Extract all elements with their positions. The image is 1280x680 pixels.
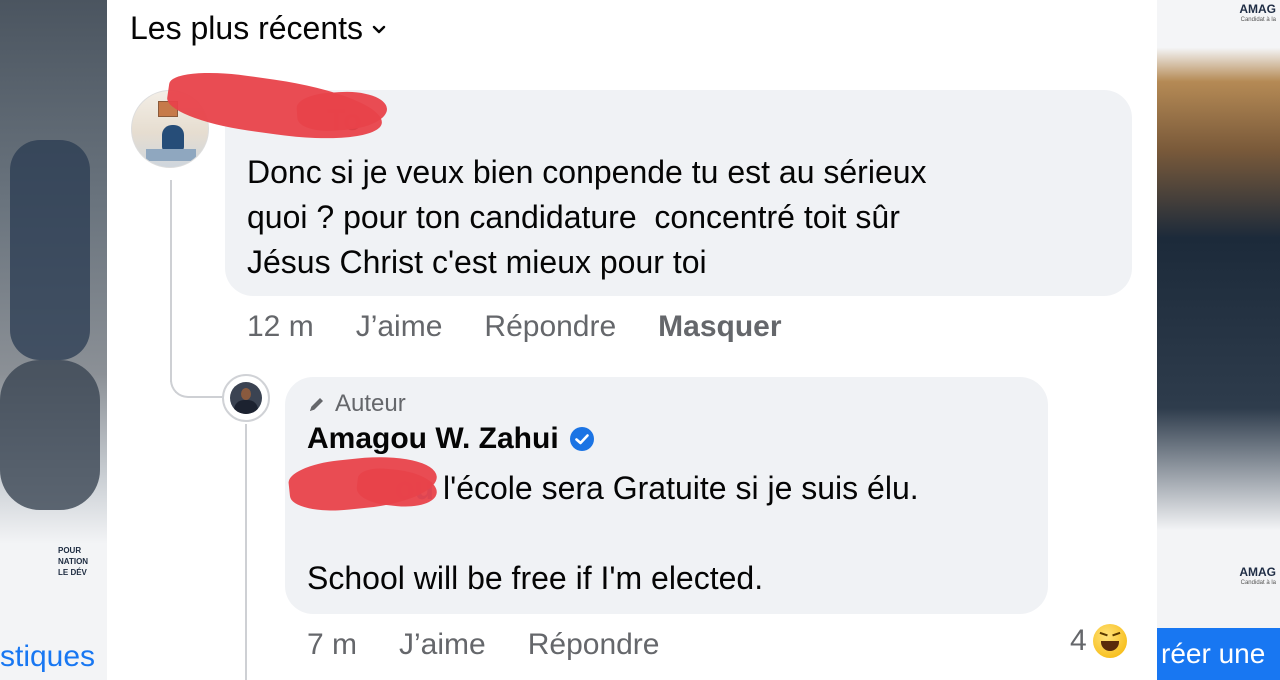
author-badge-label: Auteur xyxy=(335,390,406,417)
avatar[interactable] xyxy=(222,374,270,422)
haha-emoji-icon xyxy=(1092,624,1127,658)
like-button[interactable]: J’aime xyxy=(356,310,443,344)
bg-create-button: réer une xyxy=(1157,628,1280,680)
bg-brand: AMAG xyxy=(1239,565,1276,579)
pencil-icon xyxy=(310,398,323,411)
reaction-count: 4 xyxy=(1070,624,1087,657)
chevron-down-icon xyxy=(372,25,386,33)
comments-panel: Les plus récents To Donc si je veux bien… xyxy=(107,0,1157,680)
background-right: AMAG Candidat à la AMAG Candidat à la ré… xyxy=(1157,0,1280,680)
reply-button[interactable]: Répondre xyxy=(484,310,616,344)
bg-shape xyxy=(0,360,100,510)
sort-dropdown[interactable]: Les plus récents xyxy=(130,10,387,47)
thread-connector xyxy=(170,360,230,398)
hide-button[interactable]: Masquer xyxy=(658,310,781,344)
bg-watermark: POUR NATION LE DÉV xyxy=(58,546,89,577)
comment-timestamp[interactable]: 12 m xyxy=(247,310,314,344)
bg-shape xyxy=(10,140,90,360)
thread-line xyxy=(170,180,172,382)
reply-button[interactable]: Répondre xyxy=(528,628,660,662)
comment-actions: 12 m J’aime Répondre Masquer xyxy=(247,310,824,344)
reply-author-name[interactable]: Amagou W. Zahui xyxy=(307,422,595,456)
verified-badge-icon xyxy=(569,427,594,451)
bg-brand-sub: Candidat à la xyxy=(1240,580,1276,586)
like-button[interactable]: J’aime xyxy=(399,628,486,662)
author-badge: Auteur xyxy=(307,390,406,418)
bg-left-link: stiques xyxy=(0,640,96,673)
background-left: POUR NATION LE DÉV stiques xyxy=(0,0,107,680)
comment-text: Donc si je veux bien conpende tu est au … xyxy=(247,154,927,280)
reaction-summary[interactable]: 4 xyxy=(1070,624,1127,658)
bg-brand-sub: Candidat à la xyxy=(1240,17,1276,23)
reply-timestamp[interactable]: 7 m xyxy=(307,628,357,662)
sort-label: Les plus récents xyxy=(130,10,364,46)
thread-line xyxy=(245,424,247,680)
reply-actions: 7 m J’aime Répondre xyxy=(307,628,701,662)
bg-brand: AMAG xyxy=(1239,2,1276,16)
